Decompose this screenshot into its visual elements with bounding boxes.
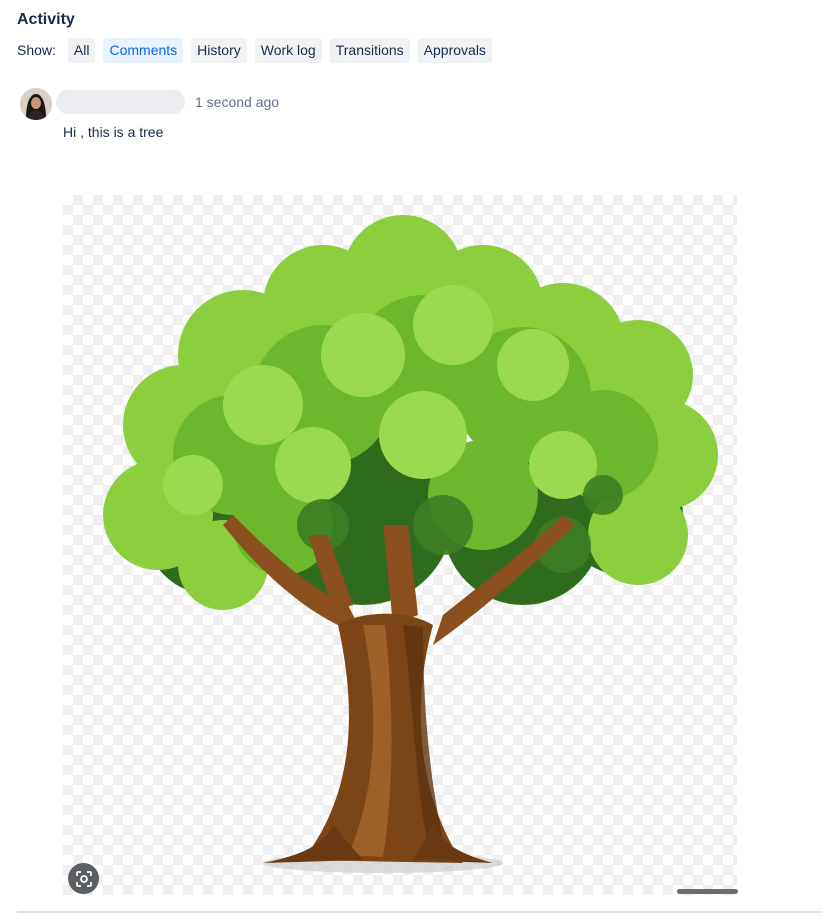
activity-title: Activity <box>17 11 75 28</box>
filter-comments-button[interactable]: Comments <box>103 37 184 63</box>
avatar[interactable] <box>20 88 52 120</box>
lens-glyph <box>75 870 92 887</box>
filter-transitions-button[interactable]: Transitions <box>329 37 410 63</box>
image-scroll-handle[interactable] <box>677 889 738 894</box>
tree-illustration <box>103 215 718 873</box>
visual-search-icon[interactable] <box>68 863 99 894</box>
filter-work-log-button[interactable]: Work log <box>254 37 322 63</box>
divider <box>17 911 822 913</box>
activity-filter-bar: Show: All Comments History Work log Tran… <box>17 37 500 63</box>
filter-all-button[interactable]: All <box>67 37 96 63</box>
filter-history-button[interactable]: History <box>191 37 247 63</box>
comment-timestamp: 1 second ago <box>195 94 280 110</box>
comment-body: Hi , this is a tree <box>63 124 164 140</box>
filter-approvals-button[interactable]: Approvals <box>417 37 492 63</box>
avatar-image <box>20 88 52 120</box>
comment-attachment-tree-image[interactable] <box>63 195 737 895</box>
author-name-placeholder <box>56 90 185 114</box>
show-label: Show: <box>17 42 56 58</box>
